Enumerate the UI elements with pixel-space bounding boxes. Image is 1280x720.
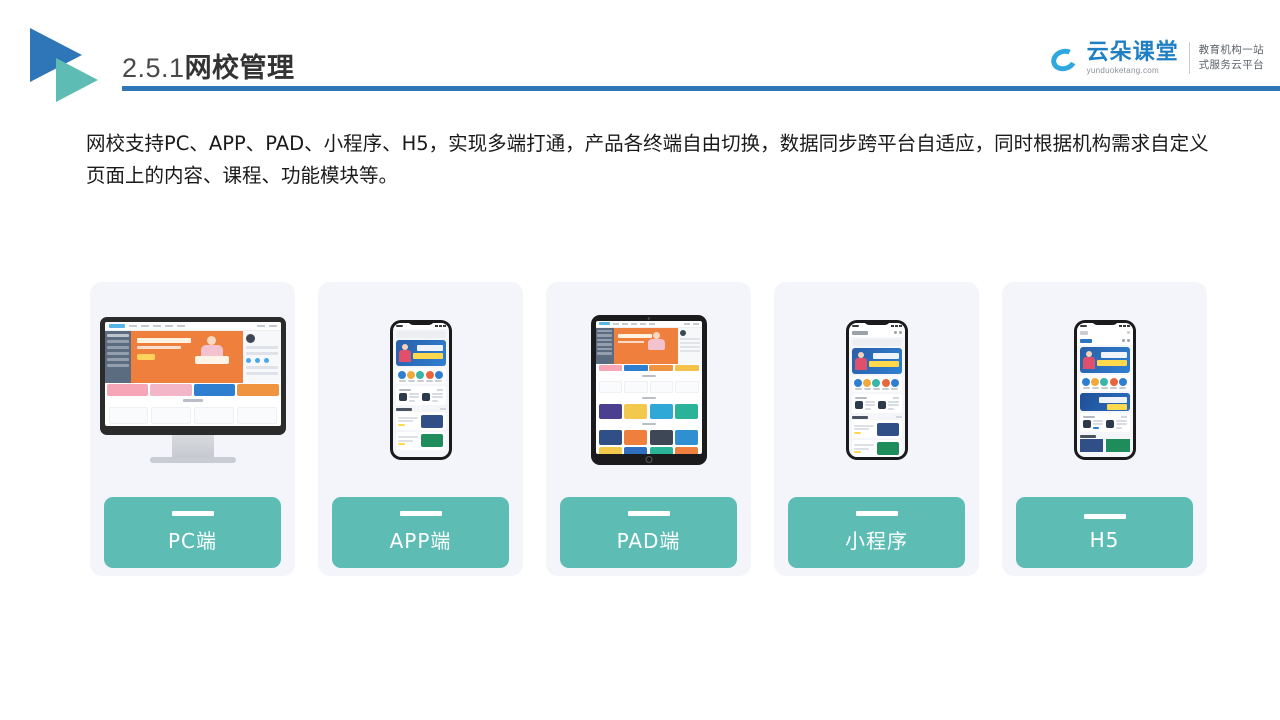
pill-dash <box>855 511 898 516</box>
brand-slogan: 教育机构一站 式服务云平台 <box>1199 43 1264 73</box>
device-label-pill[interactable]: PAD端 <box>560 497 737 568</box>
pill-dash <box>399 511 442 516</box>
brand-text: 云朵课堂 yunduoketang.com <box>1086 39 1179 75</box>
section-title-cn: 网校管理 <box>184 53 295 83</box>
device-card-app[interactable]: APP端 <box>318 282 523 576</box>
device-label-pill[interactable]: 小程序 <box>788 497 965 568</box>
device-label: PC端 <box>167 529 218 553</box>
pill-dash <box>171 511 214 516</box>
device-label-pill[interactable]: H5 <box>1016 497 1193 568</box>
tablet-icon <box>546 282 751 497</box>
brand-divider <box>1188 42 1190 74</box>
brand-slogan-line2: 式服务云平台 <box>1198 59 1264 71</box>
brand-url: yunduoketang.com <box>1086 65 1159 75</box>
pill-dash <box>1083 513 1126 519</box>
monitor-icon <box>90 282 295 497</box>
device-card-h5[interactable]: H5 <box>1002 282 1207 576</box>
cloud-icon <box>1047 45 1085 75</box>
phone-icon <box>774 282 979 497</box>
device-card-pad[interactable]: PAD端 <box>546 282 751 576</box>
brand-mark: 云朵课堂 yunduoketang.com <box>1047 39 1179 75</box>
lead-paragraph: 网校支持PC、APP、PAD、小程序、H5，实现多端打通，产品各终端自由切换，数… <box>86 132 1209 187</box>
brand-lockup: 云朵课堂 yunduoketang.com 教育机构一站 式服务云平台 <box>1047 36 1264 80</box>
device-card-pc[interactable]: PC端 <box>90 282 295 576</box>
page-title: 2.5.1网校管理 <box>122 46 295 85</box>
device-label: PAD端 <box>616 529 681 553</box>
double-triangle-play-logo-icon <box>28 26 114 108</box>
triangle-teal-shape <box>56 58 98 102</box>
pill-dash <box>627 511 670 516</box>
device-label-pill[interactable]: APP端 <box>332 497 509 568</box>
device-card-miniprogram[interactable]: 小程序 <box>774 282 979 576</box>
device-card-row: PC端 APP端 PAD端 小程序 H5 <box>90 282 1207 576</box>
slide-root: 2.5.1网校管理 云朵课堂 yunduoketang.com 教育机构一站 式… <box>0 0 1280 720</box>
phone-icon <box>318 282 523 497</box>
brand-name: 云朵课堂 <box>1086 39 1179 65</box>
brand-slogan-line1: 教育机构一站 <box>1198 43 1264 56</box>
device-label: APP端 <box>389 529 452 553</box>
section-number: 2.5.1 <box>122 53 185 83</box>
device-label: H5 <box>1089 527 1120 552</box>
device-label: 小程序 <box>845 529 908 553</box>
phone-icon <box>1002 282 1207 497</box>
device-label-pill[interactable]: PC端 <box>104 497 281 568</box>
header-underline <box>122 86 1280 91</box>
